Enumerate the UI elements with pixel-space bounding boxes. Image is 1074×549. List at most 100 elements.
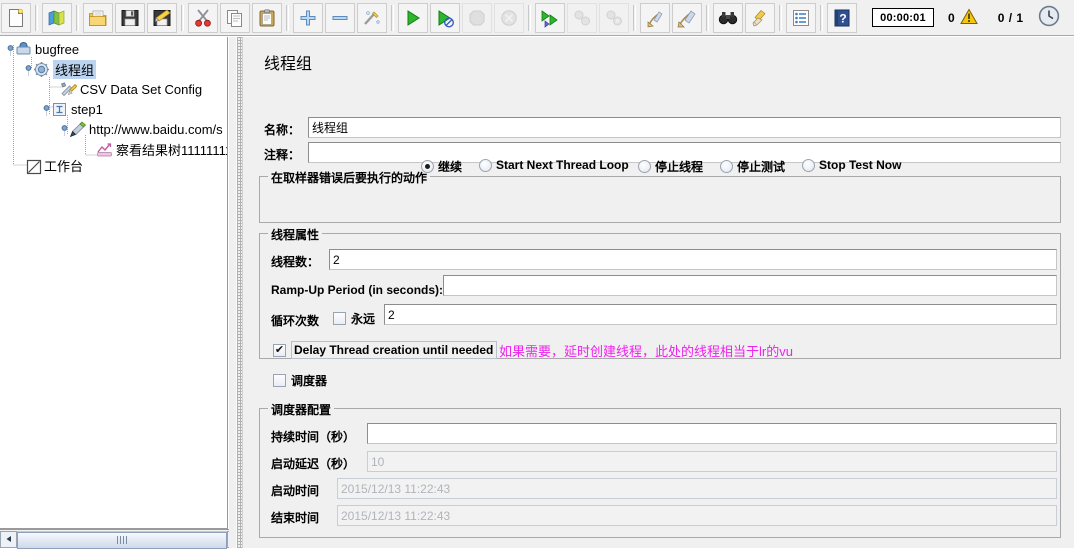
- tree-node-label: step1: [71, 101, 103, 117]
- tree-expand-handle[interactable]: [42, 104, 51, 115]
- toolbar-group-run: [397, 2, 525, 34]
- toolbar-group-remote: [534, 2, 630, 34]
- toggle-wand-icon: [364, 10, 380, 25]
- save-as-button[interactable]: [147, 2, 177, 33]
- start-time-input[interactable]: 2015/12/13 11:22:43: [337, 478, 1057, 499]
- elapsed-time-display: 00:00:01: [872, 8, 934, 27]
- end-time-input[interactable]: 2015/12/13 11:22:43: [337, 505, 1057, 526]
- view-results-tree-icon: [96, 141, 113, 158]
- shutdown-button[interactable]: [494, 2, 524, 33]
- start-no-pauses-button[interactable]: [430, 2, 460, 33]
- scheduler-checkbox[interactable]: 调度器: [273, 372, 327, 389]
- paste-button[interactable]: [252, 2, 282, 33]
- error-action-stop-thread-label: 停止线程: [655, 160, 704, 174]
- search-reset-broom-icon: [752, 9, 766, 26]
- checkbox-icon[interactable]: [273, 374, 286, 387]
- loop-forever-checkbox[interactable]: 永远: [333, 310, 375, 327]
- tree-node-csv-data-set-config[interactable]: CSV Data Set Config: [60, 79, 202, 99]
- warning-triangle-icon[interactable]: [959, 7, 978, 28]
- remote-start-all-button[interactable]: [535, 2, 565, 33]
- test-plan-tree[interactable]: bugfree 线程组 CSV Data Set Config step1 ht…: [0, 37, 228, 529]
- thread-group-icon: [33, 61, 50, 78]
- reset-search-button[interactable]: [745, 2, 775, 33]
- function-list-icon: [793, 9, 809, 26]
- open-button[interactable]: [83, 2, 113, 33]
- save-button[interactable]: [115, 2, 145, 33]
- error-action-stop-thread[interactable]: 停止线程: [638, 158, 703, 175]
- tree-node-bugfree[interactable]: bugfree: [6, 39, 79, 59]
- error-action-continue[interactable]: 继续: [421, 158, 462, 175]
- loop-count-input[interactable]: 2: [384, 304, 1057, 325]
- start-button[interactable]: [398, 2, 428, 33]
- loop-forever-label: 永远: [351, 312, 376, 326]
- error-action-stop-test-now[interactable]: Stop Test Now: [802, 158, 901, 172]
- tree-expand-handle[interactable]: [24, 64, 33, 75]
- copy-button[interactable]: [220, 2, 250, 33]
- tree-expand-handle[interactable]: [6, 44, 15, 55]
- delay-thread-creation-checkbox[interactable]: ✔ Delay Thread creation until needed: [273, 341, 498, 359]
- scissors-icon: [195, 8, 211, 27]
- tree-node-view-results-tree[interactable]: 察看结果树11111111: [96, 139, 227, 159]
- ramp-up-period-input[interactable]: [443, 275, 1057, 296]
- tree-node-thread-group[interactable]: 线程组: [24, 59, 97, 79]
- error-action-continue-label: 继续: [438, 160, 463, 174]
- svg-text:?: ?: [839, 11, 846, 25]
- tree-node-workbench[interactable]: 工作台: [24, 155, 83, 175]
- tree-horizontal-scrollbar[interactable]: [0, 529, 244, 549]
- startup-delay-input[interactable]: 10: [367, 451, 1057, 472]
- help-button[interactable]: ?: [827, 2, 857, 33]
- toolbar-group-templates: [41, 2, 73, 34]
- new-file-icon: [9, 8, 23, 27]
- scheduler-label: 调度器: [291, 374, 328, 388]
- checkbox-checked-icon[interactable]: ✔: [273, 343, 286, 357]
- remote-stop-all-button[interactable]: [567, 2, 597, 33]
- help-question-icon: ?: [834, 9, 850, 26]
- startup-delay-label: 启动延迟（秒）: [271, 457, 356, 471]
- radio-dot-icon[interactable]: [802, 158, 815, 172]
- search-button[interactable]: [713, 2, 743, 33]
- cut-button[interactable]: [188, 2, 218, 33]
- radio-dot-icon[interactable]: [421, 160, 434, 173]
- scheduler-configuration-group-title: 调度器配置: [268, 401, 335, 418]
- splitter-grip-icon[interactable]: [236, 37, 243, 548]
- duration-label: 持续时间（秒）: [271, 430, 356, 444]
- clear-all-button[interactable]: [672, 2, 702, 33]
- radio-dot-icon[interactable]: [720, 160, 733, 173]
- tree-connector-lines: [13, 45, 100, 166]
- radio-dot-icon[interactable]: [479, 158, 492, 172]
- error-action-start-next-thread-loop[interactable]: Start Next Thread Loop: [479, 158, 629, 172]
- error-action-start-next-thread-loop-label: Start Next Thread Loop: [496, 158, 629, 172]
- number-of-threads-input[interactable]: 2: [329, 249, 1057, 270]
- stop-button[interactable]: [462, 2, 492, 33]
- function-helper-button[interactable]: [786, 2, 816, 33]
- scroll-left-arrow-icon[interactable]: [0, 530, 17, 548]
- error-action-stop-test[interactable]: 停止测试: [720, 158, 785, 175]
- toolbar-separator: [528, 4, 531, 31]
- csv-config-icon: [60, 81, 78, 98]
- name-input[interactable]: 线程组: [308, 117, 1061, 138]
- checkbox-icon[interactable]: [333, 312, 346, 325]
- thread-properties-group-title: 线程属性: [268, 226, 323, 243]
- remote-shutdown-all-button[interactable]: [599, 2, 629, 33]
- tree-node-http-request[interactable]: http://www.baidu.com/s: [60, 119, 223, 139]
- new-button[interactable]: [1, 2, 31, 33]
- tree-node-step1[interactable]: step1: [42, 99, 103, 119]
- expand-all-button[interactable]: [293, 2, 323, 33]
- play-green-icon: [407, 9, 420, 26]
- comment-label: 注释：: [264, 148, 301, 162]
- toggle-button[interactable]: [357, 2, 387, 33]
- duration-input[interactable]: [367, 423, 1057, 444]
- radio-dot-icon[interactable]: [638, 160, 651, 173]
- panel-splitter[interactable]: [229, 37, 251, 548]
- collapse-all-button[interactable]: [325, 2, 355, 33]
- templates-button[interactable]: [42, 2, 72, 33]
- error-action-stop-test-label: 停止测试: [737, 160, 786, 174]
- scrollbar-thumb[interactable]: [17, 531, 227, 549]
- tree-expand-handle[interactable]: [60, 124, 69, 135]
- scrollbar-track[interactable]: [17, 530, 227, 549]
- test-plan-icon: [15, 41, 32, 58]
- stop-icon: [469, 10, 485, 25]
- clear-broom-icon: [647, 11, 663, 27]
- clock-icon[interactable]: [1038, 5, 1060, 30]
- clear-button[interactable]: [640, 2, 670, 33]
